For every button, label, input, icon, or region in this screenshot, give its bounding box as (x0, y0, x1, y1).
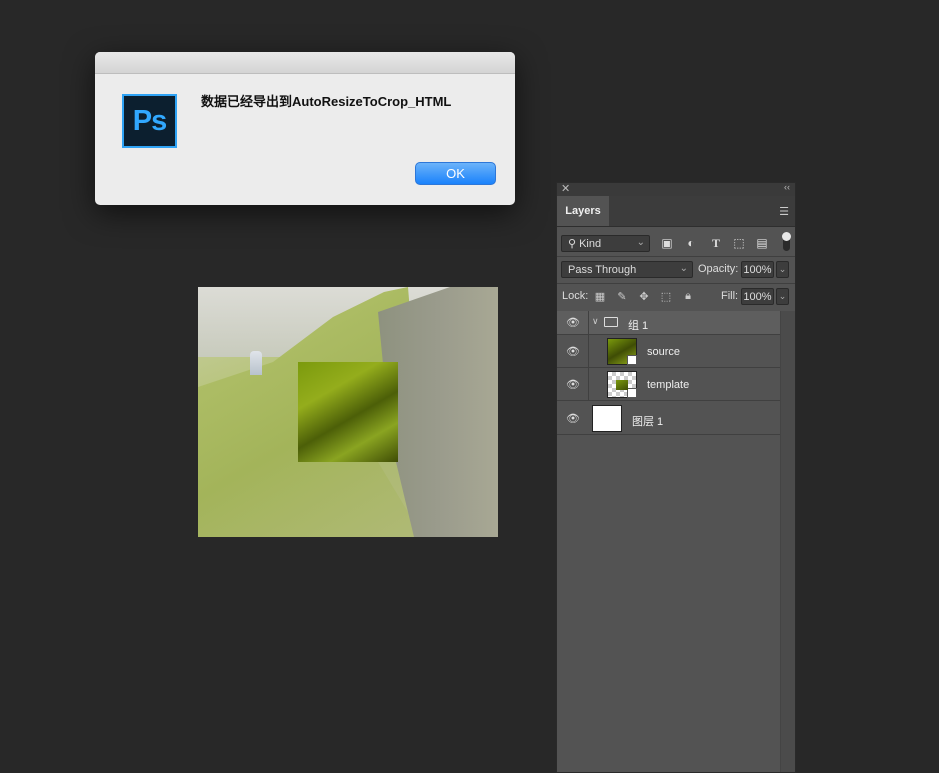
canvas-lighthouse (250, 351, 262, 375)
lock-image-brush-icon[interactable]: ✎ (615, 289, 629, 303)
collapse-panel-icon[interactable]: ‹‹ (784, 182, 790, 192)
fill-input[interactable]: 100% (741, 288, 774, 305)
dialog-titlebar[interactable] (95, 52, 515, 74)
lock-transparency-icon[interactable]: ▦ (593, 289, 607, 303)
layer-row-layer1[interactable]: 👁︎ 图层 1 (557, 402, 781, 435)
type-filter-icon[interactable]: T (708, 235, 724, 251)
visibility-eye-icon[interactable]: 👁︎ (566, 412, 580, 425)
layer-name[interactable]: 组 1 (628, 317, 648, 333)
filter-kind-value: Kind (579, 237, 602, 250)
layer-row-template[interactable]: 👁︎ template (557, 368, 781, 401)
layers-scrollbar[interactable] (780, 311, 795, 772)
layer-row-group[interactable]: 👁︎ ∨ 组 1 (557, 311, 781, 335)
filter-toggle[interactable] (782, 232, 791, 251)
lock-position-move-icon[interactable]: ✥ (637, 289, 651, 303)
layer-thumbnail (607, 338, 637, 365)
document-canvas[interactable] (198, 287, 498, 537)
fill-dropdown[interactable]: ⌄ (776, 288, 789, 305)
layer-thumbnail (607, 371, 637, 398)
visibility-eye-icon[interactable]: 👁︎ (566, 345, 580, 358)
opacity-label: Opacity: (698, 263, 739, 275)
smart-object-badge-icon (627, 388, 637, 398)
panel-menu-icon[interactable]: ☰ (779, 205, 789, 218)
layer-name[interactable]: source (647, 346, 680, 358)
shape-filter-icon[interactable]: ⬚ (731, 235, 747, 251)
panel-tabbar: Layers ☰ (557, 196, 795, 227)
divider (588, 368, 589, 400)
lock-artboard-icon[interactable]: ⬚ (659, 289, 673, 303)
close-panel-icon[interactable]: ✕ (561, 182, 570, 195)
layers-panel: ✕ ‹‹ Layers ☰ ⚲ Kind ⌄ ▣ ◐ T ⬚ ▤ Pass Th… (556, 182, 796, 773)
layer-thumbnail (592, 405, 622, 432)
opacity-dropdown[interactable]: ⌄ (776, 261, 789, 278)
opacity-input[interactable]: 100% (741, 261, 774, 278)
layer-name[interactable]: template (647, 379, 689, 391)
lock-label: Lock: (562, 290, 589, 302)
divider (588, 311, 589, 334)
blend-mode-select[interactable]: Pass Through ⌄ (561, 261, 693, 278)
dialog-message: 数据已经导出到AutoResizeToCrop_HTML (201, 94, 452, 109)
chevron-down-icon: ⌄ (636, 237, 645, 248)
tab-layers[interactable]: Layers (557, 196, 609, 226)
folder-icon (604, 317, 618, 327)
pixel-filter-icon[interactable]: ▣ (659, 235, 675, 251)
chevron-down-icon: ⌄ (679, 263, 688, 274)
ok-button[interactable]: OK (415, 162, 496, 185)
layer-name[interactable]: 图层 1 (632, 413, 663, 429)
crop-region-source (298, 362, 398, 462)
filter-kind-select[interactable]: ⚲ Kind ⌄ (561, 235, 650, 252)
smart-object-filter-icon[interactable]: ▤ (754, 235, 770, 251)
divider (557, 283, 795, 284)
smart-object-badge-icon (627, 355, 637, 365)
panel-header-strip: ✕ ‹‹ (557, 182, 795, 196)
visibility-eye-icon[interactable]: 👁︎ (566, 316, 580, 329)
expand-group-chevron-icon[interactable]: ∨ (592, 316, 599, 327)
divider (588, 335, 589, 367)
fill-label: Fill: (721, 290, 739, 302)
divider (557, 256, 795, 257)
lock-all-padlock-icon[interactable]: 🔒︎ (681, 289, 695, 303)
blend-mode-value: Pass Through (568, 263, 637, 276)
search-icon: ⚲ (568, 238, 577, 250)
adjustment-filter-icon[interactable]: ◐ (683, 235, 699, 251)
visibility-eye-icon[interactable]: 👁︎ (566, 378, 580, 391)
layer-row-source[interactable]: 👁︎ source (557, 335, 781, 368)
export-alert-dialog: Ps 数据已经导出到AutoResizeToCrop_HTML OK (95, 52, 515, 205)
photoshop-app-icon: Ps (122, 94, 177, 148)
